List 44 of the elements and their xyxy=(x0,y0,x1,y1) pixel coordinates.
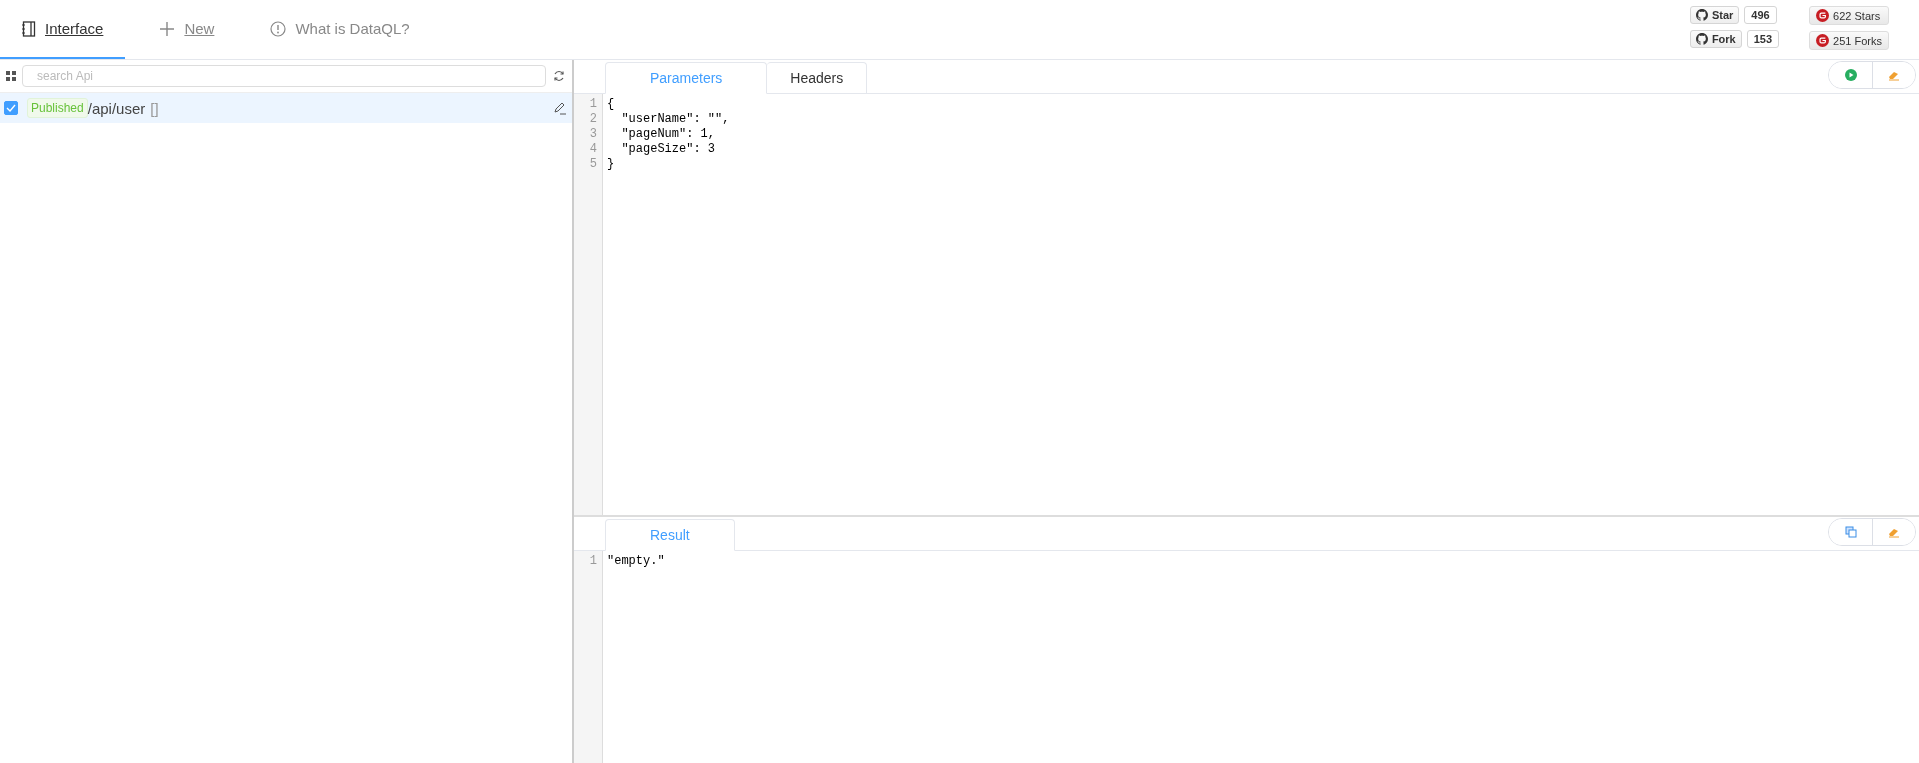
plus-icon xyxy=(159,20,176,37)
github-icon xyxy=(1695,9,1708,21)
refresh-icon[interactable] xyxy=(553,70,565,82)
gitee-button[interactable]: 251 Forks xyxy=(1809,31,1889,50)
api-path: /api/user xyxy=(87,99,146,117)
eraser-icon xyxy=(1888,526,1900,538)
clear-button[interactable] xyxy=(1872,519,1915,545)
github-button[interactable]: Star xyxy=(1689,6,1740,24)
count-badge[interactable]: 496 xyxy=(1744,6,1777,24)
grid-icon[interactable] xyxy=(6,71,16,81)
code-line: "userName": "", xyxy=(620,112,730,127)
line-number: 5 xyxy=(589,157,597,172)
eraser-icon xyxy=(1888,69,1900,81)
info-icon xyxy=(270,20,287,37)
line-number: 1 xyxy=(589,97,597,112)
clear-button[interactable] xyxy=(1872,62,1915,88)
line-number: 2 xyxy=(589,112,597,127)
status-tag: Published xyxy=(27,98,88,118)
api-list-item[interactable]: Published /api/user [] xyxy=(0,93,572,123)
code-line: "pageNum": 1, xyxy=(620,127,716,142)
g-logo-icon xyxy=(1816,34,1830,47)
copy-icon xyxy=(1844,526,1857,538)
editor-tab[interactable]: Headers xyxy=(767,62,868,93)
search-field[interactable]: search Api xyxy=(22,65,546,87)
line-number: 1 xyxy=(589,554,597,569)
code-line: } xyxy=(607,157,615,172)
line-number: 4 xyxy=(589,142,597,157)
api-suffix: [] xyxy=(150,99,159,117)
notebook-icon xyxy=(22,20,36,37)
line-number: 3 xyxy=(589,127,597,142)
count-badge[interactable]: 153 xyxy=(1746,30,1780,48)
github-icon xyxy=(1695,33,1708,45)
g-logo-icon xyxy=(1816,9,1830,22)
code-line: "pageSize": 3 xyxy=(620,142,716,157)
gitee-button[interactable]: 622 Stars xyxy=(1809,6,1889,25)
code-line: { xyxy=(607,97,615,112)
pencil-icon[interactable] xyxy=(552,101,566,115)
nav-tab[interactable]: Interface xyxy=(0,0,126,59)
checkbox[interactable] xyxy=(4,101,18,115)
github-button[interactable]: Fork xyxy=(1689,30,1742,48)
code-line: "empty." xyxy=(607,554,665,569)
play-icon xyxy=(1844,69,1857,81)
nav-tab[interactable]: What is DataQL? xyxy=(248,0,432,59)
nav-tab[interactable]: New xyxy=(137,0,237,59)
